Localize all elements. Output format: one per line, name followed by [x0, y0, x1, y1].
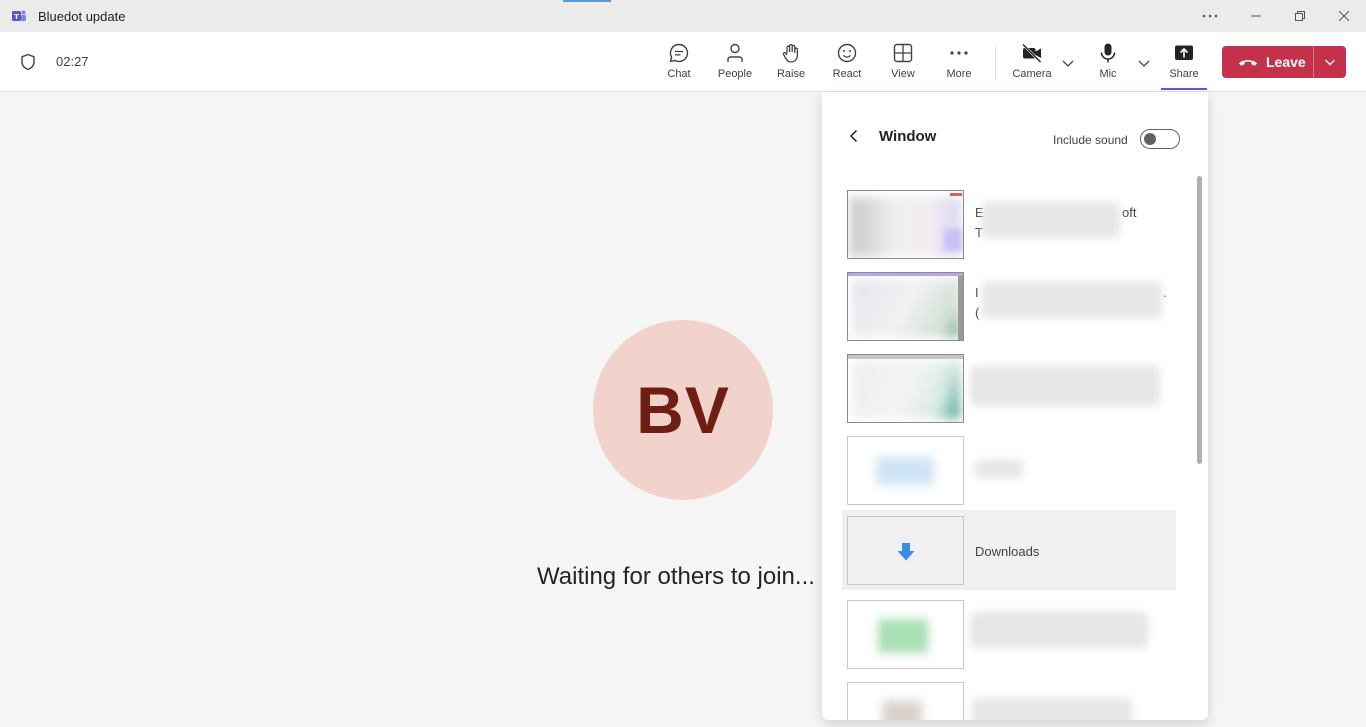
participant-avatar: BV	[593, 320, 773, 500]
view-button[interactable]: View	[878, 42, 928, 86]
raise-hand-icon	[782, 43, 799, 63]
svg-text:T: T	[14, 13, 19, 21]
shield-icon[interactable]	[20, 53, 36, 71]
include-sound-toggle[interactable]	[1140, 129, 1180, 149]
camera-options-chevron-down-icon[interactable]	[1061, 56, 1075, 70]
grid-view-icon	[893, 43, 913, 63]
window-label-line1: Downloads	[975, 544, 1040, 559]
redacted-label	[982, 282, 1162, 318]
more-horizontal-icon	[1202, 14, 1218, 18]
waiting-message: Waiting for others to join...	[537, 563, 815, 590]
window-thumbnail	[847, 516, 964, 585]
more-button[interactable]: More	[934, 42, 984, 86]
hang-up-phone-icon	[1239, 60, 1257, 66]
people-button[interactable]: People	[710, 42, 760, 86]
chevron-down-icon	[1325, 59, 1335, 66]
minimize-icon	[1251, 15, 1261, 17]
include-sound-label: Include sound	[1053, 133, 1128, 147]
react-label: React	[832, 68, 862, 80]
redacted-label	[982, 202, 1120, 238]
share-screen-icon	[1175, 45, 1193, 60]
mic-options-chevron-down-icon[interactable]	[1137, 56, 1151, 70]
people-icon	[727, 43, 743, 62]
window-option-downloads[interactable]: Downloads	[842, 510, 1176, 590]
window-option[interactable]	[842, 676, 1176, 720]
raise-hand-button[interactable]: Raise	[766, 42, 816, 86]
window-controls	[1188, 0, 1366, 32]
window-label-line1: I	[975, 285, 979, 300]
leave-button[interactable]: Leave	[1222, 46, 1314, 78]
toggle-knob	[1144, 133, 1156, 145]
restore-button[interactable]	[1278, 0, 1322, 32]
redacted-label	[975, 460, 1023, 478]
share-label: Share	[1169, 68, 1199, 80]
window-thumbnail	[847, 682, 964, 720]
more-options-button[interactable]	[1188, 0, 1232, 32]
close-icon	[1339, 11, 1349, 21]
mic-button[interactable]: Mic	[1083, 42, 1133, 86]
people-label: People	[717, 68, 753, 80]
redacted-label	[970, 366, 1160, 406]
leave-label: Leave	[1266, 54, 1306, 70]
more-horizontal-icon	[950, 51, 968, 55]
title-bar: T Bluedot update	[0, 0, 1366, 32]
camera-off-icon	[1022, 43, 1042, 63]
chat-label: Chat	[667, 68, 691, 80]
redacted-label	[970, 612, 1148, 648]
window-option[interactable]: I . (	[842, 266, 1176, 346]
microphone-icon	[1100, 43, 1116, 63]
react-button[interactable]: React	[822, 42, 872, 86]
window-thumbnail	[847, 190, 964, 259]
window-label-line1-end: oft	[1122, 205, 1137, 220]
window-thumbnail	[847, 436, 964, 505]
mic-label: Mic	[1099, 68, 1117, 80]
back-chevron-left-icon[interactable]	[846, 128, 862, 144]
camera-button[interactable]: Camera	[1007, 42, 1057, 86]
close-button[interactable]	[1322, 0, 1366, 32]
window-option[interactable]	[842, 594, 1176, 674]
toolbar-divider	[995, 46, 996, 80]
chat-button[interactable]: Chat	[654, 42, 704, 86]
raise-label: Raise	[776, 68, 806, 80]
chat-icon	[669, 43, 689, 63]
window-thumbnail	[847, 354, 964, 423]
window-label-line1-end: .	[1163, 285, 1167, 300]
window-title: Bluedot update	[38, 8, 126, 24]
window-thumbnail	[847, 600, 964, 669]
minimize-button[interactable]	[1234, 0, 1278, 32]
restore-icon	[1295, 11, 1305, 21]
window-option[interactable]	[842, 430, 1176, 510]
view-label: View	[891, 68, 915, 80]
meeting-timer: 02:27	[56, 54, 89, 69]
leave-button-group: Leave	[1222, 46, 1346, 78]
camera-label: Camera	[1012, 68, 1052, 80]
title-accent-bar	[563, 0, 611, 2]
teams-logo-icon: T	[12, 10, 26, 21]
window-option[interactable]	[842, 348, 1176, 428]
redacted-label	[972, 698, 1132, 720]
window-label-line2: (	[975, 305, 980, 320]
leave-options-button[interactable]	[1314, 46, 1346, 78]
window-option[interactable]: E oft T	[842, 184, 1176, 264]
share-button[interactable]: Share	[1159, 42, 1209, 86]
window-thumbnail	[847, 272, 964, 341]
share-window-panel: Window Include sound E oft T I . (Downl…	[822, 92, 1208, 720]
panel-scrollbar[interactable]	[1197, 176, 1202, 464]
more-label: More	[946, 68, 972, 80]
download-arrow-icon	[897, 543, 915, 561]
avatar-initials: BV	[636, 373, 730, 447]
panel-title: Window	[879, 128, 937, 145]
share-active-indicator	[1161, 88, 1207, 90]
smiley-icon	[837, 43, 857, 63]
meeting-header: 02:27 Chat People Raise React View More …	[0, 32, 1366, 92]
